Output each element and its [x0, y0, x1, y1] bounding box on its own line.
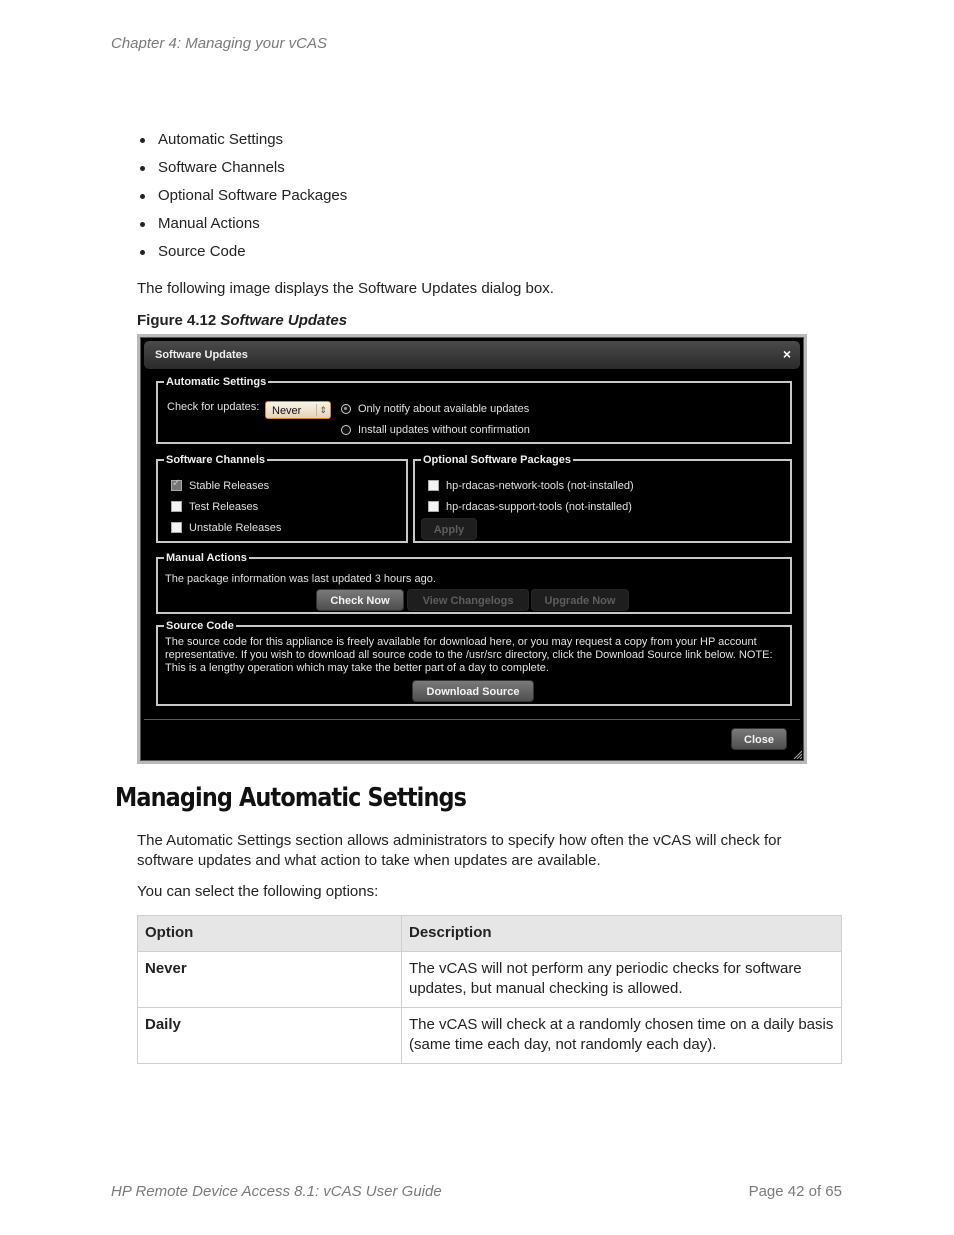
- apply-button[interactable]: Apply: [421, 518, 477, 540]
- table-header-row: Option Description: [137, 915, 842, 952]
- section-heading: Managing Automatic Settings: [115, 783, 467, 813]
- bullet-icon: [140, 138, 145, 143]
- dialog-screenshot: Software Updates × Automatic Settings Ch…: [137, 334, 807, 764]
- automatic-settings-legend: Automatic Settings: [166, 376, 267, 388]
- description-cell: The vCAS will not perform any periodic c…: [401, 951, 842, 1008]
- manual-actions-legend: Manual Actions: [166, 552, 247, 564]
- footer-page-number: Page 42 of 65: [748, 1183, 842, 1200]
- dialog-titlebar[interactable]: Software Updates ×: [144, 341, 800, 369]
- check-frequency-select[interactable]: Never ⇕: [265, 401, 331, 419]
- footer-guide-title: HP Remote Device Access 8.1: vCAS User G…: [111, 1183, 442, 1200]
- list-item: Manual Actions: [137, 214, 347, 242]
- check-now-button[interactable]: Check Now: [316, 589, 404, 611]
- source-code-legend: Source Code: [166, 620, 234, 632]
- optional-packages-group: Optional Software Packages hp-rdacas-net…: [413, 454, 792, 543]
- figure-number: Figure 4.12: [137, 312, 217, 329]
- list-item: Optional Software Packages: [137, 186, 347, 214]
- bullet-icon: [140, 194, 145, 199]
- figure-caption: Figure 4.12 Software Updates: [137, 312, 347, 329]
- notify-only-radio[interactable]: [341, 404, 351, 414]
- bullet-icon: [140, 250, 145, 255]
- section-list: Automatic Settings Software Channels Opt…: [137, 130, 347, 270]
- column-header-option: Option: [137, 915, 402, 952]
- intro-text: The following image displays the Softwar…: [137, 280, 554, 297]
- updown-arrows-icon: ⇕: [319, 405, 327, 415]
- download-source-button[interactable]: Download Source: [412, 680, 534, 702]
- check-for-updates-label: Check for updates:: [167, 401, 260, 413]
- dialog-title: Software Updates: [155, 349, 248, 361]
- support-tools-label: hp-rdacas-support-tools (not-installed): [446, 501, 632, 513]
- options-intro: You can select the following options:: [137, 883, 379, 900]
- stable-releases-label: Stable Releases: [189, 480, 270, 492]
- list-item: Automatic Settings: [137, 130, 347, 158]
- source-code-group: Source Code The source code for this app…: [156, 620, 792, 706]
- test-releases-checkbox[interactable]: [171, 501, 182, 512]
- close-button[interactable]: Close: [731, 728, 787, 750]
- manual-actions-group: Manual Actions The package information w…: [156, 552, 792, 614]
- software-updates-dialog: Software Updates × Automatic Settings Ch…: [140, 337, 804, 761]
- resize-grip-icon[interactable]: [792, 749, 802, 759]
- view-changelogs-button[interactable]: View Changelogs: [407, 589, 529, 611]
- upgrade-now-button[interactable]: Upgrade Now: [531, 589, 629, 611]
- description-cell: The vCAS will check at a randomly chosen…: [401, 1007, 842, 1064]
- test-releases-label: Test Releases: [189, 501, 259, 513]
- table-row: Never The vCAS will not perform any peri…: [137, 951, 842, 1008]
- table-row: Daily The vCAS will check at a randomly …: [137, 1007, 842, 1064]
- unstable-releases-label: Unstable Releases: [189, 522, 282, 534]
- last-updated-status: The package information was last updated…: [165, 573, 436, 585]
- list-item: Software Channels: [137, 158, 347, 186]
- software-channels-group: Software Channels Stable Releases Test R…: [156, 454, 408, 543]
- list-item: Source Code: [137, 242, 347, 270]
- option-cell: Daily: [137, 1007, 402, 1064]
- option-cell: Never: [137, 951, 402, 1008]
- notify-only-label: Only notify about available updates: [358, 403, 530, 415]
- bullet-icon: [140, 222, 145, 227]
- bullet-icon: [140, 166, 145, 171]
- running-header: Chapter 4: Managing your vCAS: [111, 35, 327, 52]
- column-header-description: Description: [401, 915, 842, 952]
- support-tools-checkbox[interactable]: [428, 501, 439, 512]
- stable-releases-checkbox[interactable]: [171, 478, 182, 491]
- section-description: The Automatic Settings section allows ad…: [137, 832, 782, 869]
- network-tools-label: hp-rdacas-network-tools (not-installed): [446, 480, 634, 492]
- options-table: Option Description Never The vCAS will n…: [137, 915, 842, 1064]
- unstable-releases-checkbox[interactable]: [171, 522, 182, 533]
- dialog-footer-divider: [144, 719, 800, 720]
- automatic-settings-group: Automatic Settings Check for updates: Ne…: [156, 376, 792, 444]
- check-frequency-value: Never: [272, 405, 302, 417]
- network-tools-checkbox[interactable]: [428, 480, 439, 491]
- close-icon[interactable]: ×: [783, 346, 791, 362]
- source-code-description: The source code for this appliance is fr…: [165, 636, 773, 674]
- figure-title: Software Updates: [220, 312, 348, 329]
- auto-install-label: Install updates without confirmation: [358, 424, 530, 436]
- select-divider: [316, 404, 317, 416]
- auto-install-radio[interactable]: [341, 425, 351, 435]
- optional-packages-legend: Optional Software Packages: [423, 454, 571, 466]
- software-channels-legend: Software Channels: [166, 454, 266, 466]
